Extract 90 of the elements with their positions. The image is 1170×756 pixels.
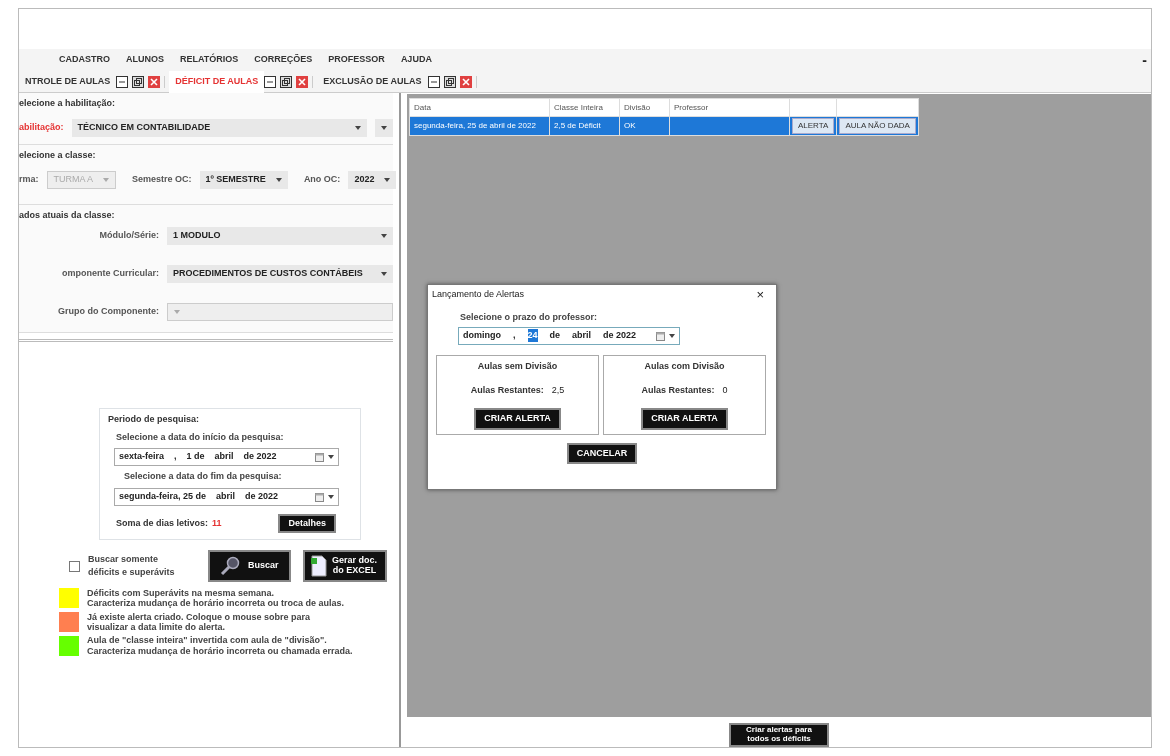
menu-item[interactable]: ALUNOS xyxy=(126,53,164,67)
details-button[interactable]: Detalhes xyxy=(278,513,336,533)
restore-icon xyxy=(132,75,145,88)
dropdown[interactable]: TÉCNICO EM CONTABILIDADE xyxy=(71,118,367,137)
restore-icon xyxy=(280,75,293,88)
field-label: omponente Curricular: xyxy=(61,266,159,280)
field-label: Selecione a data do início da pesquisa: xyxy=(116,430,285,444)
search-icon xyxy=(220,556,240,576)
caret-icon xyxy=(381,125,387,130)
group-title: Aulas com Divisão xyxy=(644,359,725,373)
field-label: Grupo do Componente: xyxy=(57,304,159,318)
legend-text: Déficits com Superávits na mesma semana. Caracteriza mudança de horário incorreta ou troca de aulas. xyxy=(87,588,345,609)
close-icon xyxy=(296,75,309,88)
count-value: 0 xyxy=(722,383,728,397)
legend-text: Já existe alerta criado. Coloque o mouse sobre para visualizar a data limite do alerta. xyxy=(87,611,311,633)
caret-icon xyxy=(381,271,387,276)
menu-item[interactable]: PROFESSOR xyxy=(328,53,385,67)
caret-icon xyxy=(328,455,334,459)
caret-icon xyxy=(669,333,675,338)
column-header: Divisão xyxy=(619,98,670,117)
restore-icon xyxy=(443,75,456,88)
caret-icon xyxy=(381,233,387,238)
column-header: Data xyxy=(409,98,550,117)
alert-button[interactable]: ALERTA xyxy=(792,118,835,134)
close-icon xyxy=(148,75,161,88)
calendar-icon xyxy=(315,452,324,462)
create-alert-button[interactable]: CRIAR ALERTA xyxy=(474,408,561,430)
minimize-button[interactable]: - xyxy=(1142,51,1147,68)
menu-item[interactable]: AJUDA xyxy=(400,53,432,67)
section-title: Periodo de pesquisa: xyxy=(108,413,201,426)
menu-item[interactable]: CORREÇÕES xyxy=(254,53,313,67)
caret-icon xyxy=(275,177,282,182)
minimize-icon xyxy=(427,75,440,88)
field-label: Ano OC: xyxy=(303,172,341,186)
create-alert-button[interactable]: CRIAR ALERTA xyxy=(641,408,728,430)
table-cell: segunda-feira, 25 de abril de 2022 xyxy=(414,121,536,130)
checkbox-label: Buscar somente déficits e superávits xyxy=(88,552,176,579)
field-label: Semestre OC: xyxy=(132,172,192,186)
create-alerts-button[interactable]: Criar alertas para todos os déficits xyxy=(729,723,829,747)
field-label: Aulas Restantes: xyxy=(470,383,544,397)
dropdown[interactable]: PROCEDIMENTOS DE CUSTOS CONTÁBEIS xyxy=(167,264,393,283)
tab[interactable]: DÉFICIT DE AULAS xyxy=(169,70,265,93)
field-label: Selecione a data do fim da pesquisa: xyxy=(124,470,283,483)
column-header: Classe Inteira xyxy=(549,98,620,117)
close-button[interactable]: × xyxy=(756,285,764,305)
caret-icon xyxy=(103,177,110,182)
minimize-icon xyxy=(116,75,129,88)
calendar-icon xyxy=(656,330,665,341)
field-label: Módulo/Série: xyxy=(98,228,159,242)
minimize-icon xyxy=(264,75,277,88)
cancel-button[interactable]: CANCELAR xyxy=(566,442,638,464)
count-value: 11 xyxy=(212,516,222,530)
date-picker[interactable]: sexta-feira , 1 de abril de 2022 xyxy=(114,448,339,466)
section-title: elecione a habilitação: xyxy=(19,97,117,110)
caret-icon xyxy=(174,309,180,314)
alert-button[interactable]: AULA NÃO DADA xyxy=(839,118,916,134)
field-label: abilitação: xyxy=(19,120,64,134)
caret-icon xyxy=(328,494,334,499)
dropdown[interactable]: 2022 xyxy=(348,170,397,189)
tab[interactable]: NTROLE DE AULAS xyxy=(19,70,117,93)
section-title: elecione a classe: xyxy=(19,149,97,162)
section-title: ados atuais da classe: xyxy=(19,209,116,222)
field-label: Aulas Restantes: xyxy=(641,383,715,397)
caret-icon xyxy=(355,125,361,130)
checkbox[interactable] xyxy=(69,560,80,572)
close-icon xyxy=(459,75,472,88)
dropdown[interactable]: 1 MODULO xyxy=(167,226,393,245)
dialog-title: Lançamento de Alertas xyxy=(432,288,525,302)
table-cell: OK xyxy=(624,121,636,130)
excel-button[interactable]: Gerar doc. do EXCEL xyxy=(302,550,387,582)
table-row[interactable]: segunda-feira, 25 de abril de 2022 2,5 de Déficit OK ALERTA AULA NÃO DADA xyxy=(409,116,919,136)
count-value: 2,5 xyxy=(551,383,565,397)
caret-icon xyxy=(384,177,391,182)
date-picker[interactable]: segunda-feira, 25 de abril de 2022 xyxy=(114,487,339,506)
field-label: rma: xyxy=(19,172,39,186)
legend-text: Aula de "classe inteira" invertida com aula de "divisão". Caracteriza mudança de horário incorreta ou chamada errada. xyxy=(87,635,353,657)
menu-item[interactable]: CADASTRO xyxy=(59,53,110,67)
group-title: Aulas sem Divisão xyxy=(477,359,558,373)
calendar-icon xyxy=(315,491,324,502)
prompt-text: Selecione o prazo do professor: xyxy=(460,311,599,324)
document-icon xyxy=(310,555,327,577)
dropdown[interactable]: 1º SEMESTRE xyxy=(199,170,288,189)
tab[interactable]: EXCLUSÃO DE AULAS xyxy=(317,70,428,93)
dropdown-button[interactable] xyxy=(375,118,393,137)
search-button[interactable]: Buscar xyxy=(208,550,291,582)
date-picker[interactable]: domingo , 24 de abril de 2022 xyxy=(458,326,680,345)
field-label: Soma de dias letivos: xyxy=(116,516,209,530)
column-header: Professor xyxy=(669,98,790,117)
menu-item[interactable]: RELATÓRIOS xyxy=(180,53,239,67)
table-cell: 2,5 de Déficit xyxy=(554,121,601,130)
